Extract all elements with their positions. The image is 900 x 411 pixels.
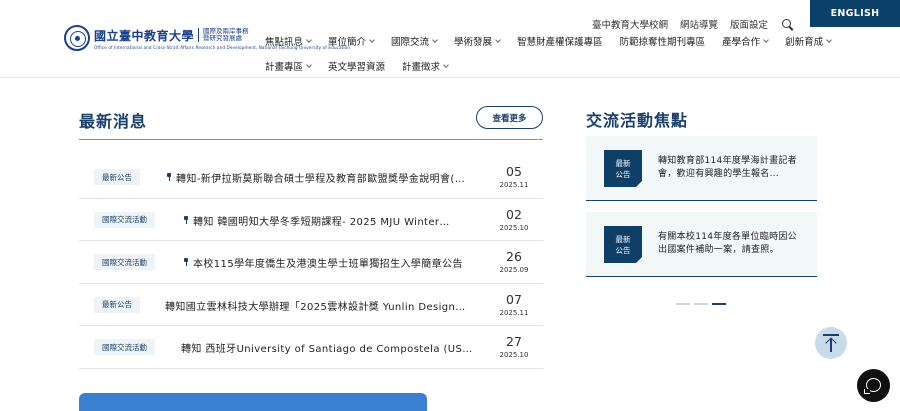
chevron-down-icon bbox=[826, 36, 832, 43]
news-list-item[interactable]: 國際交流活動 本校115學年度僑生及港澳生學士班單獨招生入學簡章公告 26 20… bbox=[79, 241, 543, 284]
chevron-down-icon bbox=[306, 36, 312, 43]
exchange-card-text[interactable]: 有關本校114年度各單位臨時因公出國案件補助一案，請查照。 bbox=[658, 231, 798, 256]
nav-item-about[interactable]: 單位簡介 bbox=[328, 34, 375, 48]
main-nav-row1: 焦點訊息 單位簡介 國際交流 學術發展 智慧財產權保護專區 防範掠奪性期刊專區 … bbox=[265, 34, 848, 48]
exchange-card[interactable]: 最新 公告 轉知教育部114年度學海計畫記者會，歡迎有興趣的學生報名… bbox=[586, 136, 817, 201]
nav-item-predatory-journals[interactable]: 防範掠奪性期刊專區 bbox=[620, 34, 706, 48]
logo-university-name: 國立臺中教育大學 bbox=[94, 28, 195, 43]
news-date-year-month: 2025.11 bbox=[499, 181, 529, 189]
news-date-day: 27 bbox=[506, 334, 522, 349]
carousel-dot-active[interactable] bbox=[712, 303, 726, 305]
nav-item-incubation[interactable]: 創新育成 bbox=[785, 34, 832, 48]
view-more-button[interactable]: 查看更多 bbox=[476, 106, 543, 129]
site-header: 國立臺中教育大學 國際及兩岸事務 暨研究發展處 Office of Intern… bbox=[0, 0, 900, 78]
chat-bubble-icon bbox=[864, 378, 881, 394]
news-list-item[interactable]: 國際交流活動 轉知 西班牙University of Santiago de C… bbox=[79, 326, 543, 369]
utility-link-university[interactable]: 臺中教育大學校網 bbox=[592, 17, 668, 31]
news-category-badge: 最新公告 bbox=[94, 296, 140, 313]
nav-item-ip-protection[interactable]: 智慧財產權保護專區 bbox=[517, 34, 603, 48]
utility-links: 臺中教育大學校網 網站導覽 版面設定 bbox=[592, 17, 793, 31]
pin-icon bbox=[183, 215, 189, 224]
news-item-title[interactable]: 本校115學年度僑生及港澳生學士班單獨招生入學簡章公告 bbox=[193, 255, 483, 270]
chat-button[interactable] bbox=[857, 369, 890, 402]
news-category-badge: 國際交流活動 bbox=[94, 254, 155, 270]
promo-banner-card[interactable] bbox=[79, 393, 427, 411]
university-seal-icon bbox=[64, 25, 90, 51]
chevron-down-icon bbox=[443, 61, 449, 68]
exchange-card-text[interactable]: 轉知教育部114年度學海計畫記者會，歡迎有興趣的學生報名… bbox=[658, 155, 798, 180]
carousel-dot[interactable] bbox=[694, 303, 708, 305]
exchange-card-badge: 最新 公告 bbox=[604, 150, 642, 187]
news-date-year-month: 2025.10 bbox=[499, 351, 529, 359]
news-list-item[interactable]: 最新公告 轉知-新伊拉斯莫斯聯合碩士學程及教育部歐盟獎學金說明會(… 05 20… bbox=[79, 156, 543, 199]
exchange-card[interactable]: 最新 公告 有關本校114年度各單位臨時因公出國案件補助一案，請查照。 bbox=[586, 212, 817, 277]
nav-item-focus[interactable]: 焦點訊息 bbox=[265, 34, 312, 48]
nav-item-projects[interactable]: 計畫專區 bbox=[265, 59, 312, 73]
news-item-title[interactable]: 轉知國立雲林科技大學辦理「2025雲林設計獎 Yunlin Design… bbox=[165, 298, 475, 313]
news-item-title[interactable]: 轉知 西班牙University of Santiago de Composte… bbox=[181, 340, 476, 355]
english-button[interactable]: ENGLISH bbox=[810, 0, 900, 27]
exchange-section-title: 交流活動焦點 bbox=[586, 111, 689, 130]
search-icon[interactable] bbox=[782, 18, 793, 30]
carousel-pagination bbox=[676, 303, 730, 305]
exchange-card-badge: 最新 公告 bbox=[604, 226, 642, 263]
news-date-day: 26 bbox=[506, 249, 522, 264]
news-divider bbox=[79, 139, 543, 140]
news-category-badge: 國際交流活動 bbox=[94, 339, 155, 355]
news-list: 最新公告 轉知-新伊拉斯莫斯聯合碩士學程及教育部歐盟獎學金說明會(… 05 20… bbox=[79, 156, 543, 369]
news-date-day: 05 bbox=[506, 164, 522, 179]
news-list-item[interactable]: 最新公告 轉知國立雲林科技大學辦理「2025雲林設計獎 Yunlin Desig… bbox=[79, 284, 543, 326]
news-date-year-month: 2025.10 bbox=[499, 223, 529, 232]
news-category-badge: 最新公告 bbox=[94, 169, 140, 185]
back-to-top-button[interactable] bbox=[815, 327, 847, 359]
chevron-down-icon bbox=[306, 61, 312, 68]
news-category-badge: 國際交流活動 bbox=[94, 211, 155, 228]
news-date-year-month: 2025.11 bbox=[499, 308, 529, 317]
news-list-item[interactable]: 國際交流活動 轉知 韓國明知大學冬季短期課程- 2025 MJU Winter…… bbox=[79, 199, 543, 241]
nav-item-industry[interactable]: 產學合作 bbox=[722, 34, 769, 48]
news-item-title[interactable]: 轉知 韓國明知大學冬季短期課程- 2025 MJU Winter… bbox=[193, 213, 473, 228]
chevron-down-icon bbox=[432, 36, 438, 43]
news-date-day: 07 bbox=[506, 291, 522, 307]
pin-icon bbox=[183, 258, 189, 266]
logo-divider bbox=[198, 28, 200, 42]
nav-item-international[interactable]: 國際交流 bbox=[391, 34, 438, 48]
news-section-title: 最新消息 bbox=[79, 112, 148, 131]
chevron-down-icon bbox=[369, 36, 375, 43]
nav-item-academic[interactable]: 學術發展 bbox=[454, 34, 501, 48]
pin-icon bbox=[166, 173, 172, 181]
nav-item-english-resources[interactable]: 英文學習資源 bbox=[328, 59, 385, 73]
news-date-year-month: 2025.09 bbox=[499, 266, 529, 274]
carousel-dot[interactable] bbox=[676, 303, 690, 305]
chevron-down-icon bbox=[763, 36, 769, 43]
news-date-day: 02 bbox=[506, 206, 522, 222]
utility-link-layout[interactable]: 版面設定 bbox=[730, 17, 768, 31]
news-item-title[interactable]: 轉知-新伊拉斯莫斯聯合碩士學程及教育部歐盟獎學金說明會(… bbox=[176, 170, 474, 185]
main-nav-row2: 計畫專區 英文學習資源 計畫徵求 bbox=[265, 59, 465, 73]
arrow-up-icon bbox=[823, 334, 839, 352]
utility-link-sitemap[interactable]: 網站導覽 bbox=[680, 17, 718, 31]
nav-item-calls[interactable]: 計畫徵求 bbox=[402, 59, 449, 73]
logo-office-line2: 暨研究發展處 bbox=[203, 34, 243, 42]
chevron-down-icon bbox=[495, 36, 501, 43]
